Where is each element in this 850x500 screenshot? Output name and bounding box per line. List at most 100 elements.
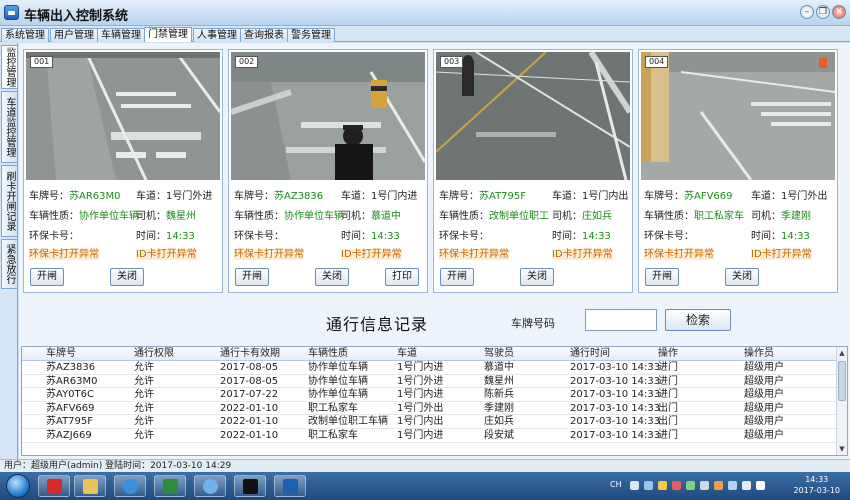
close-gate-button[interactable]: 关闭 — [725, 268, 759, 286]
tray-icon[interactable] — [686, 481, 695, 490]
header-col-pass-time[interactable]: 通行时间 — [570, 347, 610, 360]
plate-value: 苏AZ3836 — [274, 191, 324, 202]
taskbar-p-app-icon[interactable] — [274, 475, 306, 497]
tab-personnel-management[interactable]: 人事管理 — [193, 28, 241, 42]
lane-value: 1号门内进 — [371, 191, 418, 202]
header-col-permission[interactable]: 通行权限 — [134, 347, 174, 360]
lane-value: 1号门外进 — [166, 191, 213, 202]
table-row[interactable]: 苏AFV669 允许 2022-01-10 职工私家车 1号门外出 季建刚 2017-03-… — [22, 402, 837, 416]
table-row[interactable]: 苏AZJ669 允许 2022-01-10 职工私家车 1号门内进 段安斌 2017-03-… — [22, 429, 837, 443]
nature-row: 车辆性质：职工私家车 — [644, 211, 744, 222]
tray-icon[interactable] — [700, 481, 709, 490]
network-icon[interactable] — [756, 481, 765, 490]
driver-value: 庄如兵 — [582, 211, 612, 222]
tray-icon[interactable] — [630, 481, 639, 490]
driver-row: 司机：魏星州 — [136, 211, 196, 222]
header-col-operation[interactable]: 操作 — [658, 347, 678, 360]
table-row[interactable]: 苏AR63M0 允许 2017-08-05 协作单位车辆 1号门外进 魏星州 2017-03… — [22, 375, 837, 389]
header-col-vehicle-nature[interactable]: 车辆性质 — [308, 347, 348, 360]
close-gate-button[interactable]: 关闭 — [315, 268, 349, 286]
close-button[interactable]: ✕ — [832, 5, 846, 19]
close-gate-button[interactable]: 关闭 — [110, 268, 144, 286]
side-tab-emergency-release[interactable]: 紧急放行 — [1, 239, 17, 289]
cell-col-card-expiry: 2017-08-05 — [220, 362, 279, 373]
plate-search-label: 车牌号码 — [511, 317, 555, 330]
table-row[interactable]: 苏AT795F 允许 2022-01-10 改制单位职工车辆 1号门内出 庄如兵 2017-… — [22, 415, 837, 429]
tab-system-management[interactable]: 系统管理 — [1, 28, 49, 42]
minimize-button[interactable]: – — [800, 5, 814, 19]
volume-icon[interactable] — [742, 481, 751, 490]
nature-value: 职工私家车 — [694, 211, 744, 222]
camera-panel: 003 车牌号：苏AT795F 车道：1号门内出 车辆性质：改制单位职工 司机：… — [433, 49, 633, 293]
eco-card-row: 环保卡号： — [439, 231, 489, 242]
tray-icon[interactable] — [658, 481, 667, 490]
cell-col-vehicle-nature: 职工私家车 — [308, 402, 358, 414]
scroll-up-icon[interactable]: ▲ — [838, 348, 846, 358]
table-scrollbar[interactable]: ▲ ▼ — [836, 347, 847, 455]
window-title: 车辆出入控制系统 — [24, 9, 129, 24]
side-tab-lane-monitor[interactable]: 车道监控管理 — [1, 91, 17, 163]
header-col-driver[interactable]: 驾驶员 — [484, 347, 514, 360]
tray-icon[interactable] — [672, 481, 681, 490]
cell-col-operator: 超级用户 — [744, 416, 784, 428]
header-col-plate[interactable]: 车牌号 — [46, 347, 76, 360]
side-tab-card-records[interactable]: 刷卡开闸记录 — [1, 165, 17, 237]
plate-search-input[interactable] — [585, 309, 657, 331]
lane-value: 1号门外出 — [781, 191, 828, 202]
close-gate-button[interactable]: 关闭 — [520, 268, 554, 286]
taskbar: CH 14:33 2017-03-10 — [0, 472, 850, 500]
taskbar-excel-icon[interactable] — [154, 475, 186, 497]
tray-icon[interactable] — [644, 481, 653, 490]
lane-value: 1号门内出 — [582, 191, 629, 202]
taskbar-ie-icon[interactable] — [114, 475, 146, 497]
taskbar-folder-icon[interactable] — [74, 475, 106, 497]
system-tray: CH 14:33 2017-03-10 — [600, 472, 850, 500]
taskbar-globe-icon[interactable] — [194, 475, 226, 497]
cell-col-driver: 陈新兵 — [484, 389, 514, 401]
tab-access-control[interactable]: 门禁管理 — [144, 27, 192, 42]
tab-query-reports[interactable]: 查询报表 — [240, 28, 288, 42]
start-button[interactable] — [6, 474, 30, 498]
cell-col-plate: 苏AFV669 — [46, 402, 95, 414]
side-tab-monitor[interactable]: 监控管理 — [1, 45, 17, 89]
cell-col-driver: 慕道中 — [484, 362, 514, 373]
time-value: 14:33 — [781, 231, 810, 242]
open-gate-button[interactable]: 开闸 — [645, 268, 679, 286]
taskbar-terminal-icon[interactable] — [234, 475, 266, 497]
table-row[interactable]: 苏AZ3836 允许 2017-08-05 协作单位车辆 1号门内进 慕道中 2017-03… — [22, 361, 837, 375]
cell-col-driver: 庄如兵 — [484, 416, 514, 428]
eco-card-warning: 环保卡打开异常 — [29, 249, 99, 260]
plate-value: 苏AFV669 — [684, 191, 733, 202]
cell-col-plate: 苏AY0T6C — [46, 389, 94, 401]
cell-col-operator: 超级用户 — [744, 429, 784, 441]
header-col-card-expiry[interactable]: 通行卡有效期 — [220, 347, 280, 360]
table-row[interactable]: 苏AY0T6C 允许 2017-07-22 协作单位车辆 1号门内进 陈新兵 2017-03… — [22, 388, 837, 402]
header-col-lane[interactable]: 车道 — [397, 347, 417, 360]
taskbar-app-china-icon[interactable] — [38, 475, 70, 497]
time-row: 时间：14:33 — [341, 231, 400, 242]
open-gate-button[interactable]: 开闸 — [30, 268, 64, 286]
cell-col-lane: 1号门外出 — [397, 402, 444, 414]
cell-col-lane: 1号门内进 — [397, 389, 444, 401]
scrollbar-thumb[interactable] — [838, 361, 846, 401]
scroll-down-icon[interactable]: ▼ — [838, 444, 846, 454]
restore-button[interactable]: ❐ — [816, 5, 830, 19]
cell-col-card-expiry: 2017-07-22 — [220, 389, 279, 401]
print-button[interactable]: 打印 — [385, 268, 419, 286]
tray-icon[interactable] — [728, 481, 737, 490]
tray-icon[interactable] — [714, 481, 723, 490]
open-gate-button[interactable]: 开闸 — [235, 268, 269, 286]
eco-card-row: 环保卡号： — [234, 231, 284, 242]
taskbar-clock[interactable]: 14:33 2017-03-10 — [794, 474, 841, 496]
header-col-operator[interactable]: 操作员 — [744, 347, 774, 360]
plate-row: 车牌号：苏AT795F — [439, 191, 527, 202]
open-gate-button[interactable]: 开闸 — [440, 268, 474, 286]
tab-user-management[interactable]: 用户管理 — [50, 28, 98, 42]
search-button[interactable]: 检索 — [665, 309, 731, 331]
language-indicator[interactable]: CH — [610, 480, 622, 489]
cell-col-permission: 允许 — [134, 416, 154, 428]
cell-col-pass-time: 2017-03-10 14:33 — [570, 375, 661, 387]
cell-col-vehicle-nature: 改制单位职工车辆 — [308, 416, 388, 428]
tab-vehicle-management[interactable]: 车辆管理 — [97, 28, 145, 42]
tab-police-management[interactable]: 警务管理 — [287, 28, 335, 42]
